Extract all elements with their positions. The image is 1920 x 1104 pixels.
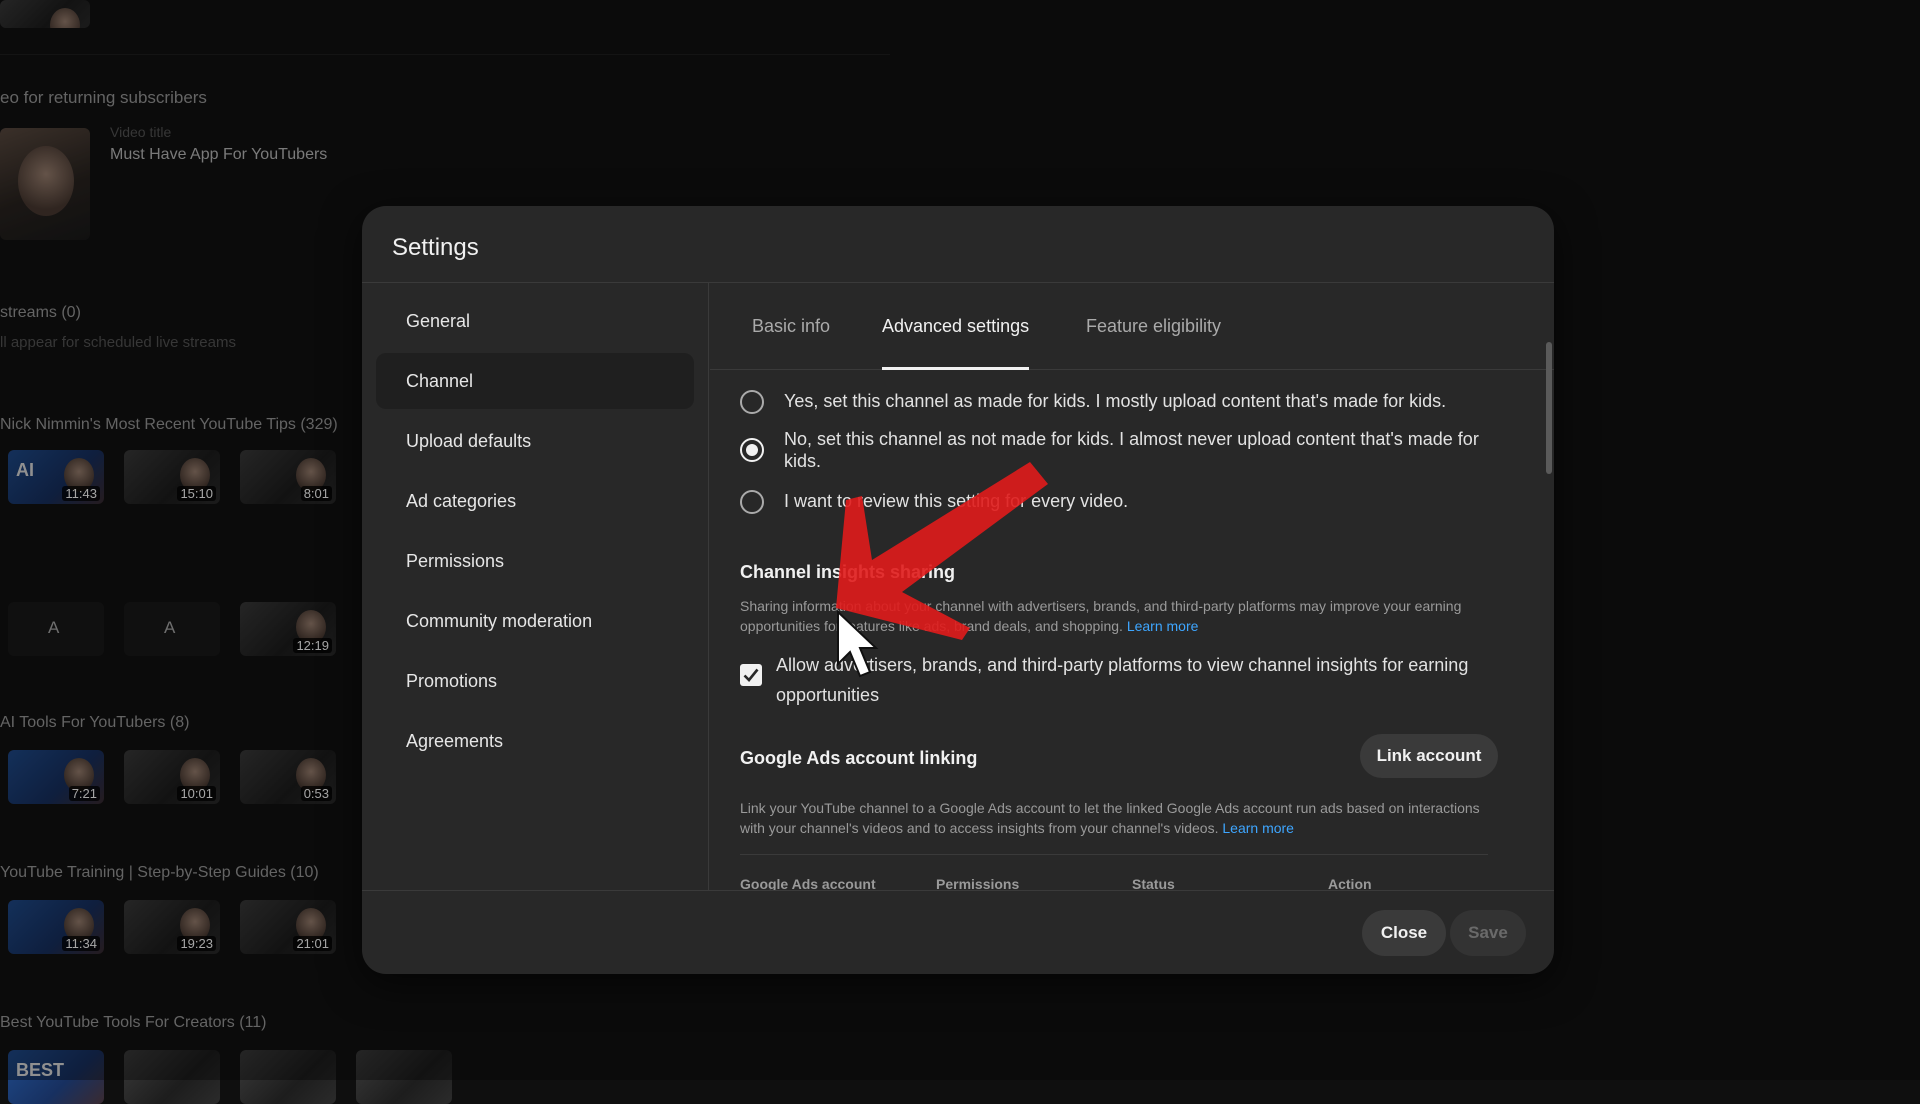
radio-label: I want to review this setting for every …: [784, 491, 1129, 511]
insights-checkbox-label[interactable]: Allow advertisers, brands, and third-par…: [776, 650, 1496, 710]
column-header-status: Status: [1132, 876, 1175, 890]
column-header-action: Action: [1328, 876, 1372, 890]
scrollbar[interactable]: [1546, 342, 1552, 474]
sidebar-item-promotions[interactable]: Promotions: [376, 653, 694, 709]
learn-more-link[interactable]: Learn more: [1127, 618, 1199, 634]
column-header-permissions: Permissions: [936, 876, 1020, 890]
sidebar-item-agreements[interactable]: Agreements: [376, 713, 694, 769]
sidebar-item-general[interactable]: General: [376, 293, 694, 349]
close-button[interactable]: Close: [1362, 910, 1446, 956]
radio-button-selected[interactable]: [740, 438, 764, 462]
link-account-button[interactable]: Link account: [1360, 734, 1498, 778]
tab-feature-eligibility[interactable]: Feature eligibility: [1086, 283, 1221, 369]
sidebar-item-permissions[interactable]: Permissions: [376, 533, 694, 589]
tab-advanced-settings[interactable]: Advanced settings: [882, 283, 1030, 370]
checkmark-icon: [743, 668, 759, 682]
save-button: Save: [1450, 910, 1526, 956]
sidebar-item-community-moderation[interactable]: Community moderation: [376, 593, 694, 649]
divider: [740, 854, 1488, 855]
settings-tabs: Basic info Advanced settings Feature eli…: [710, 283, 1554, 370]
section-title-channel-insights: Channel insights sharing: [740, 562, 956, 582]
settings-dialog: Settings General Channel Upload defaults…: [362, 206, 1554, 974]
radio-label: No, set this channel as not made for kid…: [784, 429, 1479, 471]
section-title-google-ads: Google Ads account linking: [740, 748, 978, 768]
insights-checkbox[interactable]: [740, 664, 762, 686]
description-text: Sharing information about your channel w…: [740, 598, 1462, 634]
sidebar-item-ad-categories[interactable]: Ad categories: [376, 473, 694, 529]
description-text: Link your YouTube channel to a Google Ad…: [740, 800, 1480, 836]
channel-insights-description: Sharing information about your channel w…: [740, 596, 1500, 636]
radio-button[interactable]: [740, 390, 764, 414]
advanced-settings-panel: Yes, set this channel as made for kids. …: [708, 370, 1554, 890]
divider: [362, 890, 1554, 891]
google-ads-description: Link your YouTube channel to a Google Ad…: [740, 798, 1500, 838]
radio-label: Yes, set this channel as made for kids. …: [784, 391, 1447, 411]
settings-sidebar: General Channel Upload defaults Ad categ…: [362, 283, 709, 890]
sidebar-item-upload-defaults[interactable]: Upload defaults: [376, 413, 694, 469]
sidebar-item-channel[interactable]: Channel: [376, 353, 694, 409]
dialog-title: Settings: [392, 234, 479, 261]
radio-button[interactable]: [740, 490, 764, 514]
tab-basic-info[interactable]: Basic info: [752, 283, 830, 369]
learn-more-link[interactable]: Learn more: [1222, 820, 1294, 836]
column-header-account: Google Ads account: [740, 876, 876, 890]
